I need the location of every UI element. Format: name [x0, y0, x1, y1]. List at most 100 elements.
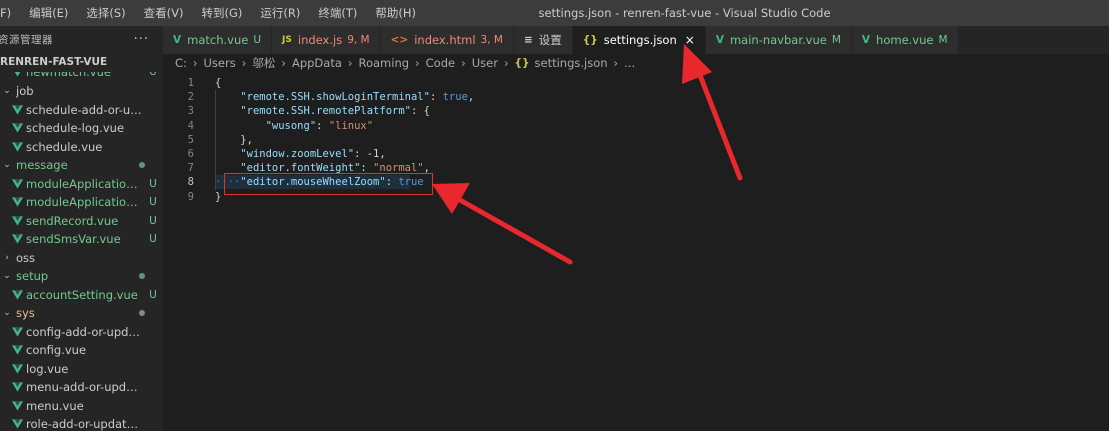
tree-item[interactable]: schedule-add-or-update.... [0, 101, 163, 120]
explorer-sidebar: 资源管理器 ··· RENREN-FAST-VUE newmatch.vue U ⌄… [0, 26, 163, 431]
tab-label: index.html [414, 33, 476, 47]
chevron-right-icon: › [241, 56, 247, 70]
tab-label: match.vue [187, 33, 249, 47]
tree-item-label: moduleApplication.... [26, 176, 143, 191]
breadcrumb-item[interactable]: C: [175, 56, 187, 70]
menu-item[interactable]: 转到(G) [191, 0, 250, 26]
git-status-badge: U [149, 233, 157, 246]
git-status-badge: U [149, 72, 157, 79]
breadcrumb-symbol[interactable]: ... [624, 56, 635, 70]
breadcrumb-item[interactable]: 邬松 [252, 55, 275, 71]
tree-item-label: menu-add-or-update.vue [26, 380, 143, 395]
code-token: "remote.SSH.showLoginTerminal" [240, 91, 430, 104]
menu-item[interactable]: 查看(V) [134, 0, 192, 26]
list-item-partial: newmatch.vue U [0, 72, 163, 82]
vue-file-icon [12, 345, 23, 355]
workspace-name: RENREN-FAST-VUE [0, 56, 108, 68]
git-status-badge: U [149, 214, 157, 227]
tree-folder[interactable]: ⌄ sys [0, 304, 163, 323]
vue-file-icon [12, 382, 23, 392]
tree-item[interactable]: moduleApplication.... U [0, 193, 163, 212]
tree-item[interactable]: config.vue [0, 341, 163, 360]
line-number: 3 [187, 105, 194, 118]
tab-match-vue[interactable]: Vmatch.vue U [163, 26, 273, 54]
vue-file-icon [12, 364, 23, 374]
code-token: : -1, [354, 148, 386, 160]
explorer-header: 资源管理器 ··· [0, 26, 163, 52]
tree-folder[interactable]: ⌄ setup [0, 267, 163, 286]
code-token: }, [215, 133, 253, 146]
tree-item-label: sendRecord.vue [26, 213, 119, 228]
tree-item[interactable]: menu.vue [0, 397, 163, 416]
tree-item-label: sendSmsVar.vue [26, 232, 121, 247]
code-editor[interactable]: 1 {2 "remote.SSH.showLoginTerminal": true… [163, 72, 1109, 431]
js-file-icon: JS [282, 35, 292, 45]
tree-item-label: accountSetting.vue [26, 287, 138, 302]
menu-item[interactable]: 帮助(H) [365, 0, 424, 26]
line-number: 7 [187, 162, 194, 175]
menu-item[interactable]: 选择(S) [76, 0, 133, 26]
tab-label: settings.json [603, 33, 677, 47]
breadcrumb-item[interactable]: Roaming [359, 56, 410, 70]
vue-file-icon [12, 197, 23, 207]
tree-folder[interactable]: › oss [0, 249, 163, 268]
tab-label: 设置 [538, 33, 562, 47]
tab-status-mark: 3, M [480, 34, 503, 46]
tree-item[interactable]: accountSetting.vue U [0, 286, 163, 305]
breadcrumb-file[interactable]: settings.json [535, 56, 608, 70]
vue-file-icon: V [715, 34, 724, 46]
breadcrumb-item[interactable]: AppData [292, 56, 342, 70]
menu-item[interactable]: 运行(R) [250, 0, 308, 26]
workspace-section-header[interactable]: RENREN-FAST-VUE [0, 52, 163, 72]
tree-item[interactable]: schedule-log.vue [0, 119, 163, 138]
menu-item[interactable]: 终端(T) [308, 0, 365, 26]
tree-item[interactable]: moduleApplication.... U [0, 175, 163, 194]
tab-index-html[interactable]: <> index.html 3, M [380, 26, 514, 54]
tree-folder[interactable]: ⌄ message [0, 156, 163, 175]
code-token: : [429, 91, 443, 104]
git-status-badge: U [149, 288, 157, 301]
line-number: 4 [187, 119, 194, 132]
tab-status-mark: M [831, 34, 841, 46]
line-number: 9 [187, 190, 194, 203]
tab-index-js[interactable]: JS index.js 9, M [272, 26, 381, 54]
title-bar: F) 编辑(E) 选择(S) 查看(V) 转到(G) 运行(R) 终端(T) 帮助(H) se… [0, 0, 1109, 26]
tree-folder[interactable]: ⌄ job [0, 82, 163, 101]
tree-item[interactable]: menu-add-or-update.vue [0, 378, 163, 397]
chevron-right-icon: › [415, 56, 420, 70]
tree-item[interactable]: role-add-or-update.vue [0, 415, 163, 431]
code-text: "remote.SSH.remotePlatform": { [215, 104, 430, 118]
chevron-down-icon: ⌄ [3, 271, 11, 282]
tab-label: main-navbar.vue [729, 33, 827, 47]
tree-item[interactable]: log.vue [0, 360, 163, 379]
tree-item[interactable]: config-add-or-update.vue [0, 323, 163, 342]
more-actions-icon[interactable]: ··· [134, 32, 149, 47]
menu-item[interactable]: F) [0, 0, 19, 26]
menu-item[interactable]: 编辑(E) [19, 0, 76, 26]
tree-item-label: schedule-log.vue [26, 121, 125, 136]
tab-main-navbar-vue[interactable]: Vmain-navbar.vue M [705, 26, 852, 54]
tree-item-label: sys [16, 306, 35, 321]
breadcrumb-item[interactable]: User [472, 56, 498, 70]
tree-item-label: oss [16, 250, 36, 265]
modified-dot-icon [139, 273, 145, 280]
tree-item[interactable]: sendRecord.vue U [0, 212, 163, 231]
tree-item[interactable]: schedule.vue [0, 138, 163, 157]
breadcrumb-item[interactable]: Users [204, 56, 236, 70]
tab-settings-ui[interactable]: ≡ 设置 [513, 26, 573, 54]
code-token: "linux" [328, 119, 374, 132]
code-token: "wusong" [265, 119, 317, 132]
vue-file-icon [12, 327, 23, 337]
code-text: }, [215, 133, 253, 147]
vue-file-icon [12, 234, 23, 244]
tab-settings-json[interactable]: {} settings.json × [572, 26, 706, 54]
vue-file-icon [12, 401, 23, 411]
tree-item[interactable]: newmatch.vue U [0, 72, 163, 82]
close-icon[interactable]: × [685, 33, 695, 47]
tab-home-vue[interactable]: Vhome.vue M [851, 26, 959, 54]
breadcrumb-item[interactable]: Code [426, 56, 455, 70]
tree-item[interactable]: sendSmsVar.vue U [0, 230, 163, 249]
